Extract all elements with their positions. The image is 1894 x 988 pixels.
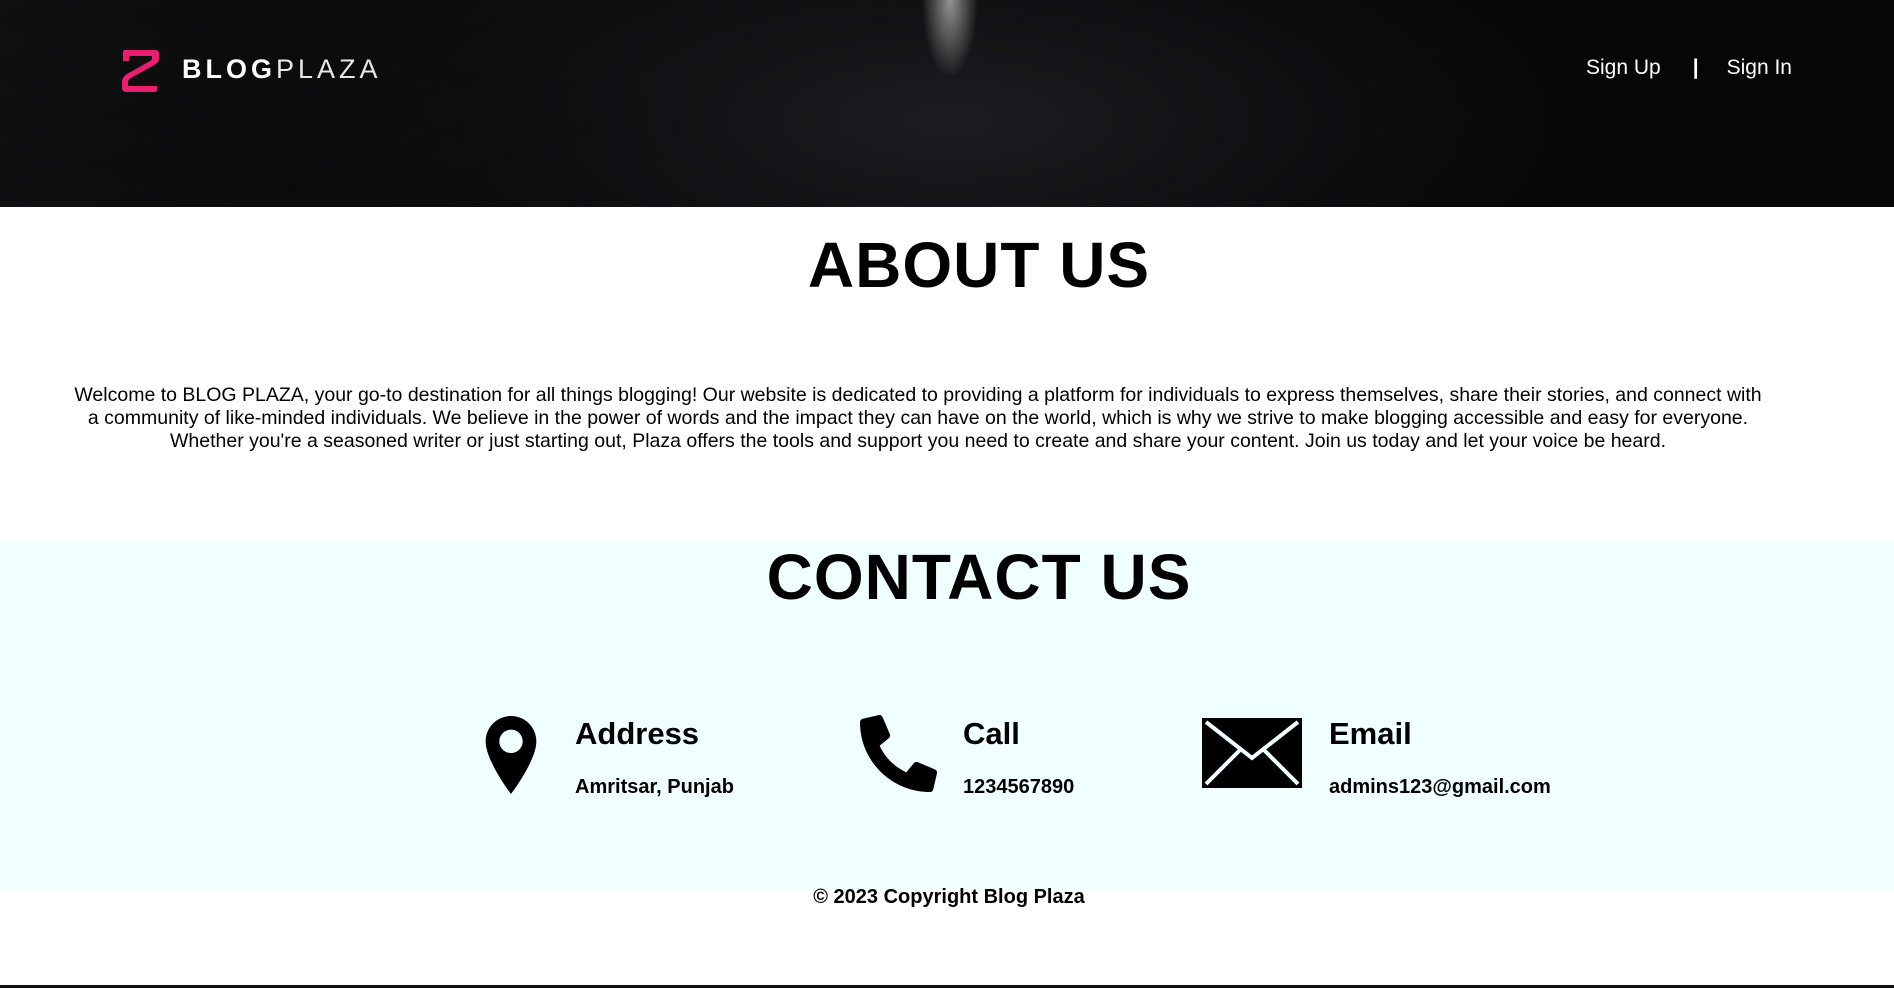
- address-value: Amritsar, Punjab: [575, 776, 734, 798]
- header-hero: BLOGPLAZA Sign Up | Sign In: [0, 0, 1894, 207]
- logo-wordmark: BLOGPLAZA: [182, 54, 382, 85]
- about-description: Welcome to BLOG PLAZA, your go-to destin…: [74, 384, 1762, 452]
- phone-icon: [860, 715, 937, 792]
- address-label: Address: [575, 716, 700, 751]
- email-value[interactable]: admins123@gmail.com: [1329, 776, 1551, 799]
- email-label: Email: [1329, 716, 1412, 751]
- call-value: 1234567890: [963, 776, 1075, 798]
- contact-title: CONTACT US: [766, 541, 1192, 613]
- call-label: Call: [963, 716, 1020, 751]
- logo-mark-icon: [122, 50, 159, 92]
- copyright-text: © 2023 Copyright Blog Plaza: [813, 886, 1085, 908]
- site-logo[interactable]: BLOGPLAZA: [119, 44, 382, 94]
- sign-up-link[interactable]: Sign Up: [1586, 56, 1661, 80]
- about-title: ABOUT US: [807, 229, 1151, 301]
- page: BLOGPLAZA Sign Up | Sign In ABOUT US Wel…: [0, 0, 1894, 988]
- header-nav: Sign Up | Sign In: [1586, 56, 1792, 80]
- envelope-icon: [1202, 718, 1302, 788]
- location-pin-icon: [485, 716, 537, 794]
- sign-in-link[interactable]: Sign In: [1727, 56, 1792, 80]
- nav-separator: |: [1692, 56, 1699, 79]
- logo-text-blog: BLOG: [182, 53, 276, 84]
- logo-text-plaza: PLAZA: [276, 53, 382, 84]
